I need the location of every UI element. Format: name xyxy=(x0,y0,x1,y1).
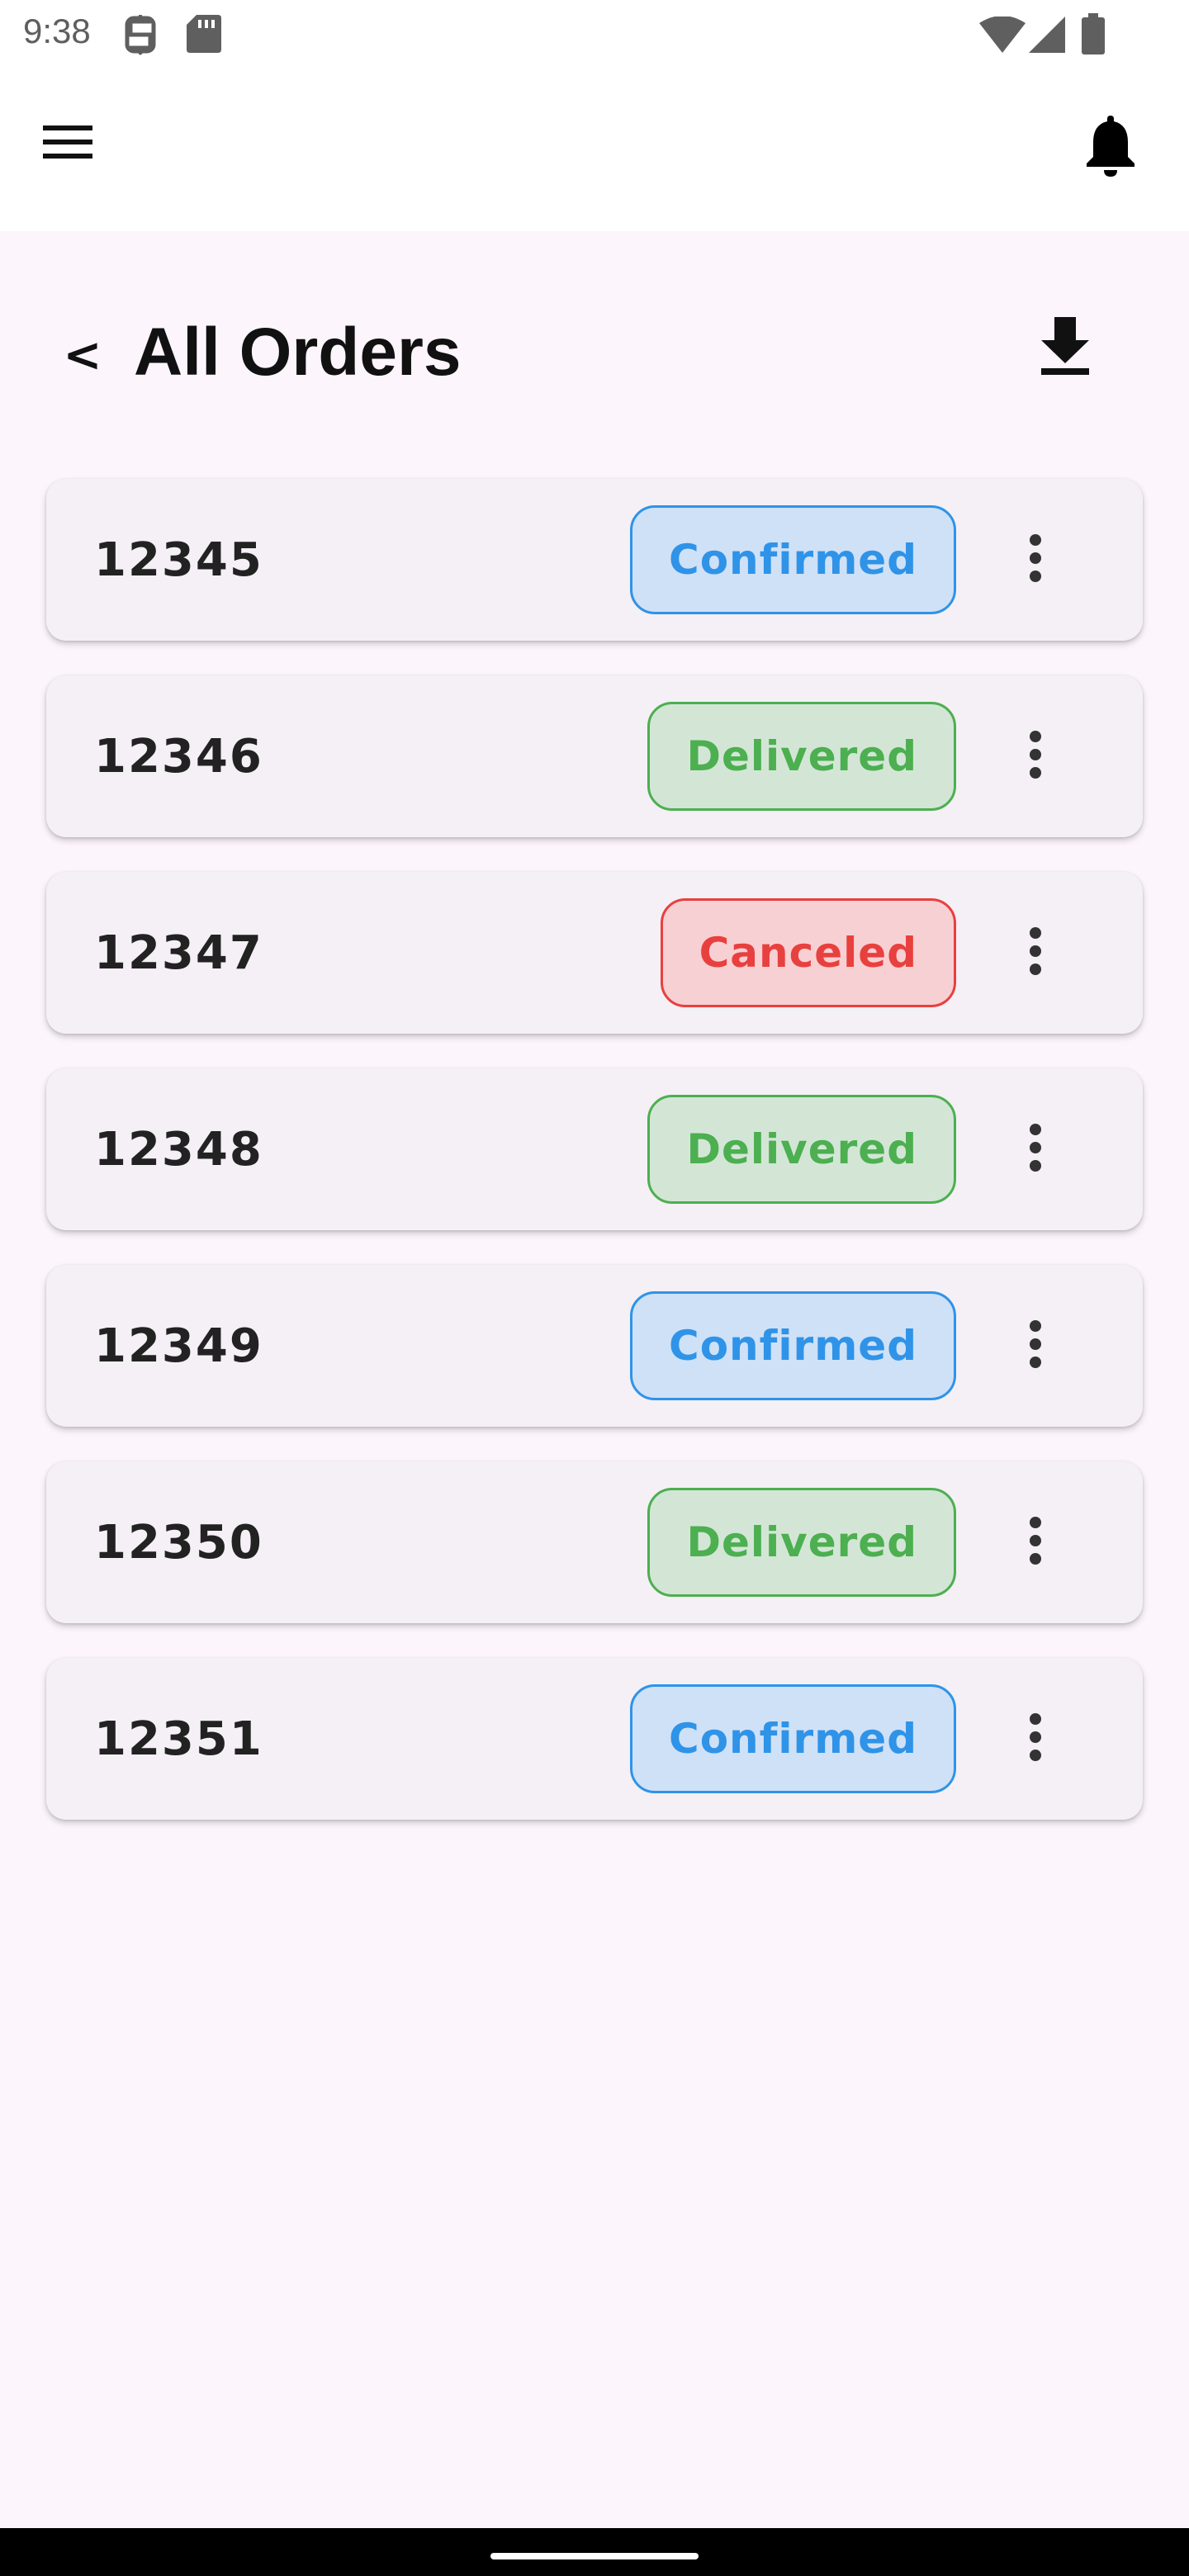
status-badge: Delivered xyxy=(647,1488,956,1597)
signal-icon xyxy=(1029,17,1065,57)
orders-list: 12345 Confirmed 12346 Delivered 12347 Cancele… xyxy=(46,479,1143,1854)
order-id: 12349 xyxy=(94,1319,263,1373)
back-button[interactable]: < xyxy=(58,322,107,388)
more-vert-icon xyxy=(1027,1516,1044,1570)
more-vert-icon xyxy=(1027,533,1044,587)
order-options-button[interactable] xyxy=(1002,1706,1068,1772)
download-icon xyxy=(1036,317,1094,383)
status-badge: Delivered xyxy=(647,1095,956,1204)
page-title: All Orders xyxy=(134,315,462,390)
notifications-button[interactable] xyxy=(1082,112,1156,187)
order-card[interactable]: 12351 Confirmed xyxy=(46,1658,1143,1820)
status-time: 9:38 xyxy=(23,12,91,50)
order-options-button[interactable] xyxy=(1002,1116,1068,1182)
wifi-icon xyxy=(979,16,1026,57)
order-card[interactable]: 12349 Confirmed xyxy=(46,1265,1143,1427)
order-card[interactable]: 12346 Delivered xyxy=(46,675,1143,837)
menu-button[interactable] xyxy=(40,117,122,183)
battery-icon xyxy=(1082,13,1105,59)
order-options-button[interactable] xyxy=(1002,920,1068,986)
status-bar: 9:38 xyxy=(0,0,1189,69)
order-id: 12351 xyxy=(94,1712,263,1766)
order-options-button[interactable] xyxy=(1002,723,1068,789)
sim-toolkit-icon xyxy=(122,14,159,60)
status-badge: Confirmed xyxy=(630,1684,956,1793)
more-vert-icon xyxy=(1027,1319,1044,1373)
system-nav-bar xyxy=(0,2528,1189,2576)
status-badge: Confirmed xyxy=(630,1291,956,1400)
download-button[interactable] xyxy=(1036,314,1111,388)
status-badge: Confirmed xyxy=(630,505,956,614)
more-vert-icon xyxy=(1027,1712,1044,1766)
page-header: < All Orders xyxy=(0,297,1189,405)
app-bar xyxy=(0,69,1189,231)
more-vert-icon xyxy=(1027,730,1044,784)
home-gesture-handle[interactable] xyxy=(490,2553,699,2559)
hamburger-menu-icon xyxy=(40,125,97,170)
order-options-button[interactable] xyxy=(1002,527,1068,593)
order-card[interactable]: 12345 Confirmed xyxy=(46,479,1143,641)
sd-card-icon xyxy=(187,15,221,57)
order-id: 12350 xyxy=(94,1515,263,1570)
order-card[interactable]: 12347 Canceled xyxy=(46,872,1143,1034)
order-id: 12345 xyxy=(94,533,263,587)
order-id: 12347 xyxy=(94,926,263,980)
order-card[interactable]: 12350 Delivered xyxy=(46,1461,1143,1623)
more-vert-icon xyxy=(1027,1123,1044,1177)
more-vert-icon xyxy=(1027,926,1044,980)
status-badge: Canceled xyxy=(660,898,956,1007)
order-options-button[interactable] xyxy=(1002,1509,1068,1575)
order-id: 12348 xyxy=(94,1122,263,1177)
bell-icon xyxy=(1082,116,1139,182)
order-card[interactable]: 12348 Delivered xyxy=(46,1068,1143,1230)
order-options-button[interactable] xyxy=(1002,1313,1068,1379)
status-badge: Delivered xyxy=(647,702,956,811)
order-id: 12346 xyxy=(94,729,263,784)
